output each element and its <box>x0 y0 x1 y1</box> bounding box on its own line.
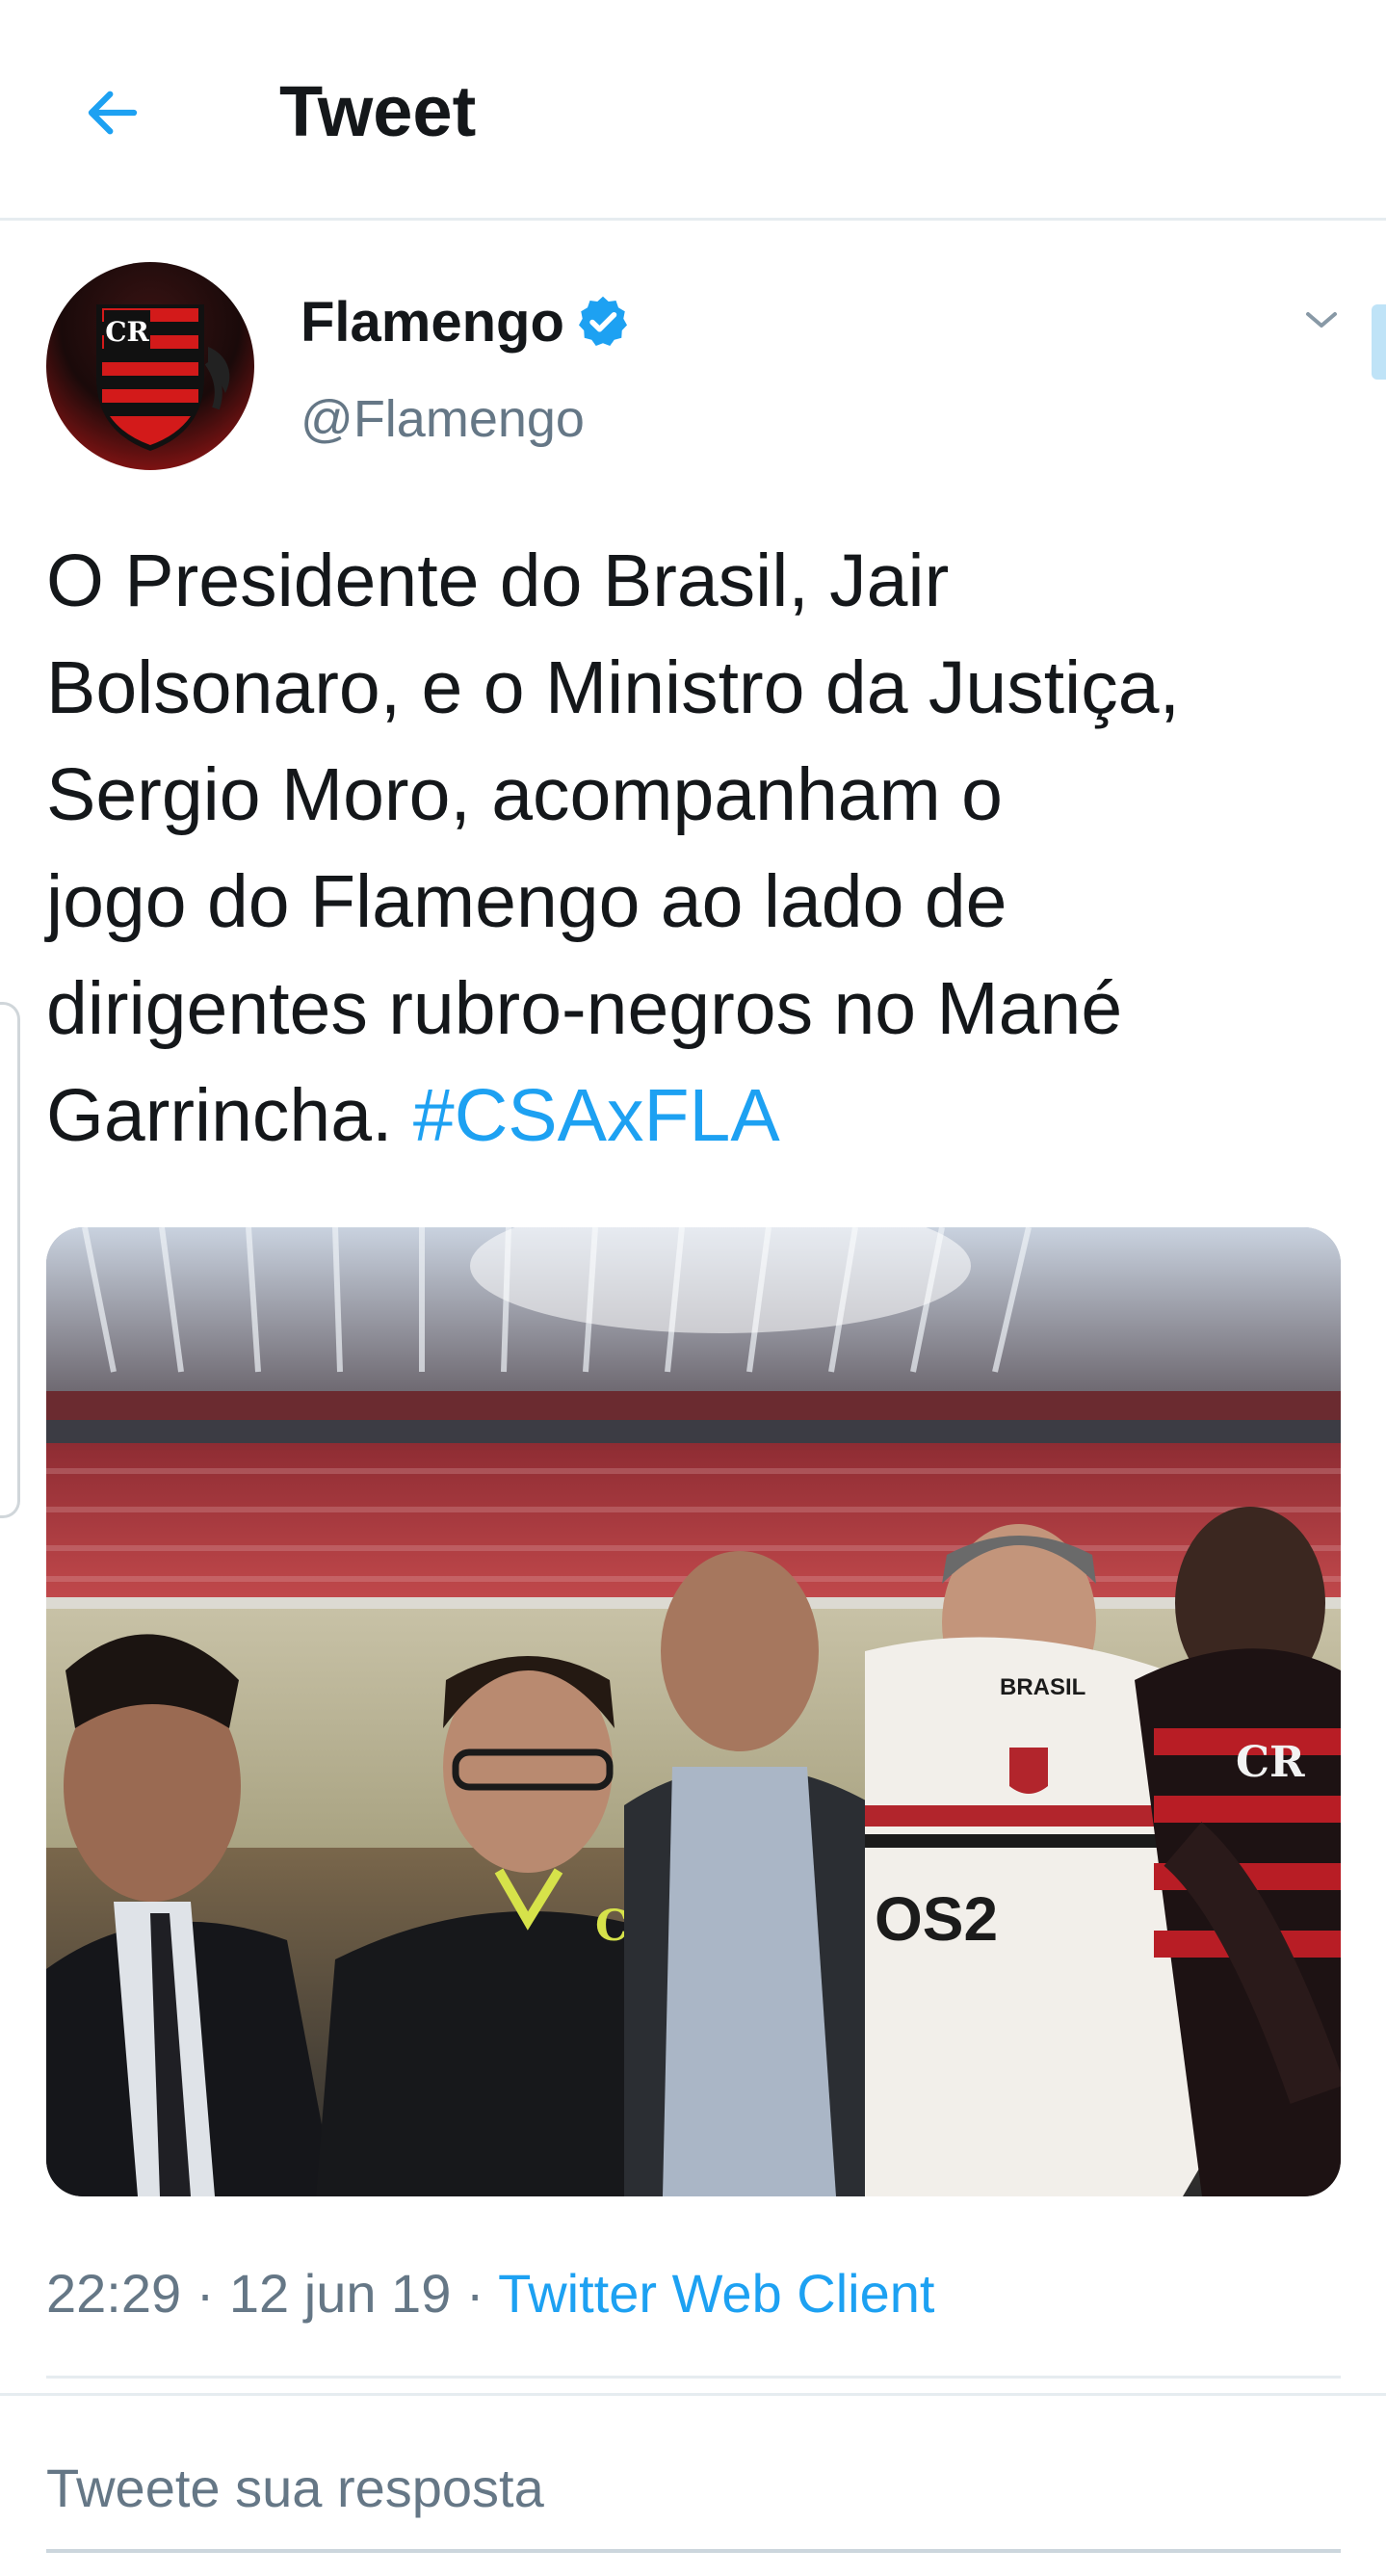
chevron-down-icon <box>1306 312 1337 328</box>
tweet-text-line: Bolsonaro, e o Ministro da Justiça, <box>46 646 1180 729</box>
tweet-text-line: dirigentes rubro-negros no Mané <box>46 967 1123 1050</box>
edge-handle-left <box>0 1002 20 1518</box>
avatar[interactable]: CR <box>46 262 254 470</box>
author-display-name[interactable]: Flamengo <box>301 289 564 356</box>
edge-handle-right <box>1372 304 1386 380</box>
tweet-text: O Presidente do Brasil, Jair Bolsonaro, … <box>46 528 1366 1170</box>
tweet-text-line-last: Garrincha. #CSAxFLA <box>46 1063 1366 1170</box>
tweet-client-link[interactable]: Twitter Web Client <box>498 2263 934 2324</box>
meta-separator: · <box>451 2263 499 2324</box>
top-app-bar: Tweet <box>0 0 1386 221</box>
jersey-number-text: OS2 <box>875 1884 998 1954</box>
svg-text:CR: CR <box>1236 1738 1305 1787</box>
back-button[interactable] <box>60 60 166 166</box>
tweet-text-fragment: Garrincha. <box>46 1074 413 1157</box>
jersey-sponsor-text: BRASIL <box>1000 1674 1085 1700</box>
hashtag-link[interactable]: #CSAxFLA <box>413 1074 780 1157</box>
tweet-metadata: 22:29 · 12 jun 19 · Twitter Web Client <box>46 2260 934 2327</box>
tweet-time: 22:29 <box>46 2263 182 2324</box>
divider <box>46 2376 1341 2379</box>
stadium-group-photo: CR BRASIL OS2 CR <box>46 1227 1341 2196</box>
verified-badge-icon <box>579 296 627 346</box>
tweet-text-line: O Presidente do Brasil, Jair <box>46 539 950 622</box>
tweet-text-line: Sergio Moro, acompanham o <box>46 753 1003 836</box>
author-handle[interactable]: @Flamengo <box>301 385 585 453</box>
flamengo-crest-logo: CR <box>96 304 230 451</box>
divider <box>0 2393 1386 2396</box>
meta-separator: · <box>181 2263 229 2324</box>
reply-input-underline <box>46 2549 1341 2553</box>
svg-text:CR: CR <box>105 316 149 348</box>
tweet-detail-screen: Tweet CR Flamengo @Flamengo O Presidente… <box>0 0 1386 2576</box>
tweet-menu-button[interactable] <box>1291 289 1352 351</box>
reply-input[interactable]: Tweete sua resposta <box>46 2455 1341 2532</box>
arrow-left-icon <box>88 91 138 135</box>
tweet-text-line: jogo do Flamengo ao lado de <box>46 860 1007 943</box>
page-title: Tweet <box>279 71 477 151</box>
tweet-photo[interactable]: CR BRASIL OS2 CR <box>46 1227 1341 2196</box>
tweet-date: 12 jun 19 <box>228 2263 452 2324</box>
